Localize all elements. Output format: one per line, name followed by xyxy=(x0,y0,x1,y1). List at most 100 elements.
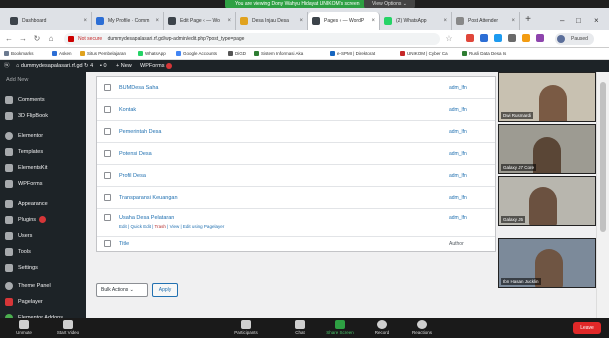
bookmark-item[interactable]: Sistem Informasi Aka xyxy=(254,48,303,60)
page-title-link[interactable]: Pemerintah Desa xyxy=(119,121,162,143)
window-close-icon[interactable]: × xyxy=(594,16,599,25)
bookmark-item[interactable]: UNIKOM | Cyber Ca xyxy=(400,48,448,60)
sidebar-item-3d-flipbook[interactable]: 3D FlipBook xyxy=(0,108,86,124)
author-link[interactable]: adm_lfn xyxy=(449,99,467,121)
unmute-button[interactable]: Unmute xyxy=(4,320,44,335)
wpforms-link[interactable]: WPForms xyxy=(140,60,173,72)
reactions-button[interactable]: Reactions xyxy=(402,320,442,335)
sidebar-item-pagelayer[interactable]: Pagelayer xyxy=(0,294,86,310)
author-link[interactable]: adm_lfn xyxy=(449,121,467,143)
new-tab-icon[interactable]: + xyxy=(522,14,534,26)
sidebar-item-users[interactable]: Users xyxy=(0,228,86,244)
sidebar-item-appearance[interactable]: Appearance xyxy=(0,196,86,212)
wordpress-logo-icon[interactable]: ⓦ xyxy=(4,60,10,72)
sidebar-item-theme-panel[interactable]: Theme Panel xyxy=(0,278,86,294)
close-icon[interactable]: × xyxy=(155,12,159,30)
bookmark-item[interactable]: Google Accounts xyxy=(176,48,217,60)
sidebar-item-elementskit[interactable]: ElementsKit xyxy=(0,160,86,176)
tab-edit-page[interactable]: Edit Page ‹ — Wo × xyxy=(164,12,236,30)
extension-icon[interactable] xyxy=(536,34,544,42)
sidebar-item-tools[interactable]: Tools xyxy=(0,244,86,260)
video-tile[interactable]: Galaxy J7 Core xyxy=(498,124,596,174)
start-video-button[interactable]: Start Video xyxy=(48,320,88,335)
trash-link[interactable]: Trash xyxy=(155,224,166,229)
sidebar-item-comments[interactable]: Comments xyxy=(0,92,86,108)
edit-link[interactable]: Edit xyxy=(119,224,127,229)
quick-edit-link[interactable]: Quick Edit xyxy=(130,224,151,229)
author-link[interactable]: adm_lfn xyxy=(449,143,467,165)
video-tile[interactable]: Galaxy J5 xyxy=(498,176,596,226)
edit-pagelayer-link[interactable]: Edit using Pagelayer xyxy=(183,224,224,229)
share-screen-button[interactable]: Share Screen xyxy=(320,320,360,335)
page-title-link[interactable]: Kontak xyxy=(119,99,136,121)
view-link[interactable]: View xyxy=(170,224,180,229)
extension-icon[interactable] xyxy=(494,34,502,42)
close-icon[interactable]: × xyxy=(371,12,375,30)
select-all-checkbox[interactable] xyxy=(104,240,111,247)
scrollbar-thumb[interactable] xyxy=(600,82,606,232)
maximize-icon[interactable]: □ xyxy=(576,16,581,25)
sidebar-item-add-new[interactable]: Add New xyxy=(0,72,86,88)
page-title-link[interactable]: BUMDesa Saha xyxy=(119,77,158,99)
new-content-link[interactable]: + New xyxy=(116,60,132,72)
updates-link[interactable]: ↻ 4 xyxy=(84,60,93,72)
row-checkbox[interactable] xyxy=(104,172,111,179)
bookmark-item[interactable]: Bookmarks xyxy=(4,48,34,60)
back-icon[interactable]: ← xyxy=(4,33,14,45)
title-column-header[interactable]: Title xyxy=(119,237,129,251)
video-tile[interactable]: Ibn Hasan Jucklin xyxy=(498,238,596,288)
bookmark-item[interactable]: e-SPMI | Direktorat xyxy=(330,48,375,60)
home-icon[interactable]: ⌂ xyxy=(46,33,56,45)
row-checkbox[interactable] xyxy=(104,128,111,135)
tab-post-attender[interactable]: Post Attender × xyxy=(452,12,520,30)
chat-button[interactable]: Chat xyxy=(280,320,320,335)
author-link[interactable]: adm_lfn xyxy=(449,77,467,99)
tab-dashboard[interactable]: Dashboard × xyxy=(6,12,92,30)
video-tile[interactable]: Dwi Rusmardi xyxy=(498,72,596,122)
tab-desa[interactable]: Desa Injau Desa × xyxy=(236,12,308,30)
author-link[interactable]: adm_lfn xyxy=(449,187,467,209)
row-checkbox[interactable] xyxy=(104,214,111,221)
sidebar-item-templates[interactable]: Templates xyxy=(0,144,86,160)
minimize-icon[interactable]: – xyxy=(560,16,564,25)
apply-button[interactable]: Apply xyxy=(152,283,178,297)
extension-icon[interactable] xyxy=(522,34,530,42)
sidebar-item-settings[interactable]: Settings xyxy=(0,260,86,276)
comments-link[interactable]: ▪ 0 xyxy=(100,60,107,72)
row-checkbox[interactable] xyxy=(104,194,111,201)
profile-button[interactable]: Paused xyxy=(555,33,594,45)
page-title-link[interactable]: Profil Desa xyxy=(119,165,146,187)
bulk-actions-select[interactable]: Bulk Actions ⌄ xyxy=(96,283,148,297)
tab-my-profile[interactable]: My Profile · Comm × xyxy=(92,12,164,30)
forward-icon[interactable]: → xyxy=(18,33,28,45)
row-checkbox[interactable] xyxy=(104,84,111,91)
reload-icon[interactable]: ↻ xyxy=(32,33,42,45)
participants-button[interactable]: Participants xyxy=(226,320,266,335)
record-button[interactable]: Record xyxy=(362,320,402,335)
page-scrollbar[interactable] xyxy=(596,72,609,318)
close-icon[interactable]: × xyxy=(227,12,231,30)
sidebar-item-plugins[interactable]: Plugins xyxy=(0,212,86,228)
bookmark-item[interactable]: Asken xyxy=(52,48,72,60)
bookmark-item[interactable]: Situs Pembelajaran xyxy=(80,48,126,60)
sidebar-item-elementor[interactable]: Elementor xyxy=(0,128,86,144)
close-icon[interactable]: × xyxy=(443,12,447,30)
bookmark-item[interactable]: WhatsApp xyxy=(138,48,166,60)
sidebar-item-wpforms[interactable]: WPForms xyxy=(0,176,86,192)
row-checkbox[interactable] xyxy=(104,106,111,113)
close-icon[interactable]: × xyxy=(511,12,515,30)
leave-button[interactable]: Leave xyxy=(573,322,601,334)
author-link[interactable]: adm_lfn xyxy=(449,165,467,187)
extension-icon[interactable] xyxy=(466,34,474,42)
page-title-link[interactable]: Potensi Desa xyxy=(119,143,152,165)
site-name-link[interactable]: ⌂ dummydesapalasari.rf.gd xyxy=(16,60,83,72)
row-checkbox[interactable] xyxy=(104,150,111,157)
extension-icon[interactable] xyxy=(480,34,488,42)
close-icon[interactable]: × xyxy=(83,12,87,30)
page-title-link[interactable]: Transparansi Keuangan xyxy=(119,187,178,209)
extension-icon[interactable] xyxy=(508,34,516,42)
author-link[interactable]: adm_lfn xyxy=(449,210,467,226)
bookmark-item[interactable]: Rusli Data Desa Is xyxy=(462,48,506,60)
bookmark-item[interactable]: DiGD xyxy=(228,48,246,60)
close-icon[interactable]: × xyxy=(299,12,303,30)
